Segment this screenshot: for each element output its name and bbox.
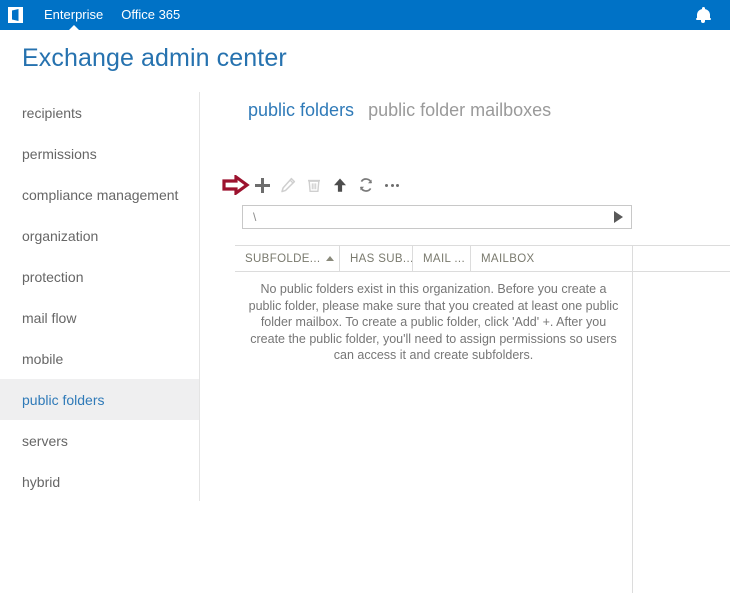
sidebar-item-servers[interactable]: servers (0, 420, 199, 461)
play-triangle-icon[interactable] (605, 206, 631, 228)
column-header-mail-enabled[interactable]: MAIL ... (413, 246, 471, 271)
column-header-subfolders[interactable]: SUBFOLDE... (235, 246, 340, 271)
folder-path-bar[interactable] (242, 205, 632, 229)
plus-icon (254, 177, 270, 193)
sidebar-item-label: protection (22, 268, 84, 285)
sidebar-item-label: permissions (22, 145, 97, 162)
sidebar-item-label: mobile (22, 350, 64, 367)
suite-bar: Enterprise Office 365 (0, 0, 730, 30)
sidebar-item-label: hybrid (22, 473, 61, 490)
up-arrow-icon (334, 178, 346, 192)
sidebar-item-label: recipients (22, 104, 82, 121)
sidebar-item-mail-flow[interactable]: mail flow (0, 297, 199, 338)
sidebar-item-permissions[interactable]: permissions (0, 133, 199, 174)
sidebar-item-compliance-management[interactable]: compliance management (0, 174, 199, 215)
column-header-mailbox[interactable]: MAILBOX (471, 246, 633, 271)
refresh-button[interactable] (353, 172, 379, 198)
sidebar-item-mobile[interactable]: mobile (0, 338, 199, 379)
sidebar-item-public-folders[interactable]: public folders (0, 379, 199, 420)
move-up-button[interactable] (327, 172, 353, 198)
sidebar-item-label: compliance management (22, 186, 179, 203)
bell-nub-shape (701, 7, 705, 10)
add-button[interactable] (249, 172, 275, 198)
tab-public-folders[interactable]: public folders (248, 100, 354, 121)
column-header-label: MAIL ... (423, 252, 465, 265)
sidebar-item-hybrid[interactable]: hybrid (0, 461, 199, 502)
sidebar-item-label: public folders (22, 391, 105, 408)
sidebar-item-label: mail flow (22, 309, 77, 326)
red-arrow-annotation-icon (222, 174, 252, 196)
suite-link-enterprise[interactable]: Enterprise (35, 0, 112, 30)
ellipsis-icon (385, 183, 399, 187)
toolbar (222, 170, 405, 200)
refresh-icon (359, 178, 373, 192)
page-title: Exchange admin center (22, 44, 287, 72)
delete-button[interactable] (301, 172, 327, 198)
sort-ascending-icon (326, 256, 335, 261)
sidebar: recipients permissions compliance manage… (0, 92, 200, 501)
office-logo-icon[interactable] (0, 0, 30, 30)
more-button[interactable] (379, 172, 405, 198)
column-header-label: SUBFOLDE... (245, 252, 321, 265)
sidebar-item-label: servers (22, 432, 68, 449)
edit-button[interactable] (275, 172, 301, 198)
column-header-spacer (633, 246, 730, 271)
column-header-label: HAS SUB... (350, 252, 413, 265)
bell-clapper-shape (701, 20, 705, 23)
column-header-has-subfolders[interactable]: HAS SUB... (340, 246, 413, 271)
column-header-label: MAILBOX (481, 252, 535, 265)
sidebar-item-organization[interactable]: organization (0, 215, 199, 256)
suite-link-office-365[interactable]: Office 365 (112, 0, 189, 30)
content-tabs: public folders public folder mailboxes (248, 100, 551, 121)
sidebar-item-label: organization (22, 227, 99, 244)
bell-icon[interactable] (688, 0, 718, 30)
trash-icon (308, 179, 320, 192)
tab-public-folder-mailboxes[interactable]: public folder mailboxes (368, 100, 551, 121)
empty-state-message: No public folders exist in this organiza… (248, 282, 619, 362)
sidebar-item-recipients[interactable]: recipients (0, 92, 199, 133)
folder-path-input[interactable] (243, 206, 605, 228)
table-header-row: SUBFOLDE... HAS SUB... MAIL ... MAILBOX (235, 245, 730, 272)
main-content: public folders public folder mailboxes \… (200, 92, 730, 593)
sidebar-item-protection[interactable]: protection (0, 256, 199, 297)
folder-list-panel: No public folders exist in this organiza… (235, 272, 633, 593)
pencil-icon (281, 177, 296, 193)
office-logo-fold-shape (11, 9, 19, 21)
